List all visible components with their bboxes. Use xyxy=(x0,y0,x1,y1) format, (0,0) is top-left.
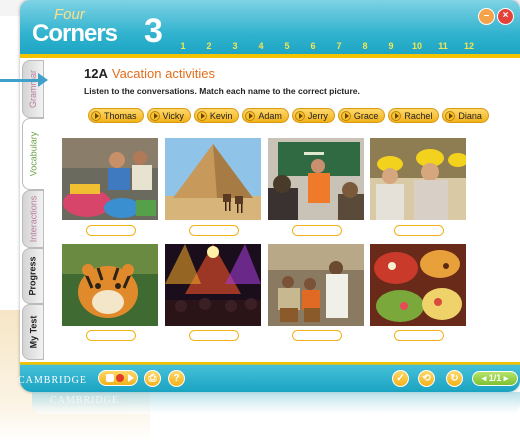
name-pill-vicky[interactable]: Vicky xyxy=(146,108,191,123)
answer-slot-6[interactable] xyxy=(189,330,239,341)
reset-icon[interactable]: ⟲ xyxy=(418,370,435,387)
unit-5[interactable]: 5 xyxy=(274,41,300,51)
publisher-logo: CAMBRIDGE xyxy=(18,375,88,386)
answer-slot-1[interactable] xyxy=(86,225,136,236)
unit-2[interactable]: 2 xyxy=(196,41,222,51)
play-icon[interactable] xyxy=(245,110,256,121)
app-window: Four Corners 3 1 2 3 4 5 6 7 8 9 10 11 1… xyxy=(20,0,520,392)
unit-6[interactable]: 6 xyxy=(300,41,326,51)
tab-progress-label: Progress xyxy=(28,256,38,296)
name-label: Kevin xyxy=(209,110,233,121)
name-pill-jerry[interactable]: Jerry xyxy=(291,108,335,123)
name-pill-grace[interactable]: Grace xyxy=(337,108,386,123)
reflection-decoration: CAMBRIDGE xyxy=(32,392,520,414)
answer-slot-8[interactable] xyxy=(394,330,444,341)
answer-slot-2[interactable] xyxy=(189,225,239,236)
logo-level: 3 xyxy=(144,12,163,50)
activity-instruction: Listen to the conversations. Match each … xyxy=(84,86,360,96)
name-label: Grace xyxy=(353,110,379,121)
tab-vocabulary[interactable]: Vocabulary xyxy=(22,118,44,190)
tab-grammar[interactable]: Grammar xyxy=(22,60,44,118)
unit-9[interactable]: 9 xyxy=(378,41,404,51)
name-label: Rachel xyxy=(404,110,433,121)
arrow-head-icon xyxy=(38,73,48,87)
audio-player-control[interactable] xyxy=(98,370,138,386)
answer-slot-7[interactable] xyxy=(292,330,342,341)
name-pill-thomas[interactable]: Thomas xyxy=(88,108,144,123)
name-pill-rachel[interactable]: Rachel xyxy=(388,108,440,123)
page-indicator-text: 1/1 xyxy=(488,373,502,383)
picture-classroom xyxy=(268,138,364,220)
tab-interactions[interactable]: Interactions xyxy=(22,190,44,248)
picture-pyramid xyxy=(165,138,261,220)
unit-10[interactable]: 10 xyxy=(404,41,430,51)
name-label: Adam xyxy=(258,110,282,121)
unit-7[interactable]: 7 xyxy=(326,41,352,51)
play-icon[interactable] xyxy=(391,110,402,121)
tab-grammar-label: Grammar xyxy=(28,70,38,108)
picture-hard-hats xyxy=(370,138,466,220)
activity-title: 12A Vacation activities xyxy=(84,66,215,81)
play-icon[interactable] xyxy=(91,110,101,121)
play-icon[interactable] xyxy=(149,110,160,121)
picture-tiger xyxy=(62,244,158,326)
publisher-logo-reflection: CAMBRIDGE xyxy=(50,395,120,406)
name-label: Jerry xyxy=(307,110,328,121)
tab-my-test-label: My Test xyxy=(28,315,38,349)
arrow-pointer xyxy=(0,79,40,82)
app-header: Four Corners 3 1 2 3 4 5 6 7 8 9 10 11 1… xyxy=(20,0,520,58)
answer-slot-5[interactable] xyxy=(86,330,136,341)
close-icon[interactable]: × xyxy=(497,8,514,25)
play-icon[interactable] xyxy=(294,110,305,121)
picture-musicians xyxy=(268,244,364,326)
unit-4[interactable]: 4 xyxy=(248,41,274,51)
print-icon[interactable]: ⎙ xyxy=(144,370,161,387)
logo-corners: Corners xyxy=(32,20,118,47)
name-pill-kevin[interactable]: Kevin xyxy=(193,108,240,123)
activity-name: Vacation activities xyxy=(111,66,215,81)
tab-progress[interactable]: Progress xyxy=(22,248,44,304)
window-controls: – × xyxy=(478,8,514,25)
unit-1[interactable]: 1 xyxy=(170,41,196,51)
unit-nav: 1 2 3 4 5 6 7 8 9 10 11 12 xyxy=(170,41,482,51)
play-icon[interactable] xyxy=(445,110,456,121)
unit-8[interactable]: 8 xyxy=(352,41,378,51)
unit-12[interactable]: 12 xyxy=(456,41,482,51)
activity-code: 12A xyxy=(84,66,108,81)
help-icon[interactable]: ? xyxy=(168,370,185,387)
picture-market xyxy=(62,138,158,220)
answer-slot-4[interactable] xyxy=(394,225,444,236)
unit-11[interactable]: 11 xyxy=(430,41,456,51)
answer-slot-3[interactable] xyxy=(292,225,342,236)
page-indicator[interactable]: ◂ 1/1 ▸ xyxy=(472,371,518,386)
name-pills: Thomas Vicky Kevin Adam Jerry Grace Rach… xyxy=(88,108,489,123)
minimize-icon[interactable]: – xyxy=(478,8,495,25)
play-icon[interactable] xyxy=(340,110,351,121)
app-footer xyxy=(20,362,520,392)
tab-vocabulary-label: Vocabulary xyxy=(28,131,39,177)
name-pill-diana[interactable]: Diana xyxy=(442,108,489,123)
picture-food xyxy=(370,244,466,326)
picture-concert xyxy=(165,244,261,326)
name-label: Vicky xyxy=(162,110,184,121)
retry-icon[interactable]: ↻ xyxy=(446,370,463,387)
name-label: Diana xyxy=(458,110,482,121)
play-icon[interactable] xyxy=(196,110,207,121)
tab-interactions-label: Interactions xyxy=(28,195,38,243)
name-pill-adam[interactable]: Adam xyxy=(242,108,289,123)
unit-3[interactable]: 3 xyxy=(222,41,248,51)
name-label: Thomas xyxy=(104,110,137,121)
side-tabs: Grammar Vocabulary Interactions Progress… xyxy=(22,60,44,360)
tab-my-test[interactable]: My Test xyxy=(22,304,44,360)
check-answers-icon[interactable]: ✓ xyxy=(392,370,409,387)
